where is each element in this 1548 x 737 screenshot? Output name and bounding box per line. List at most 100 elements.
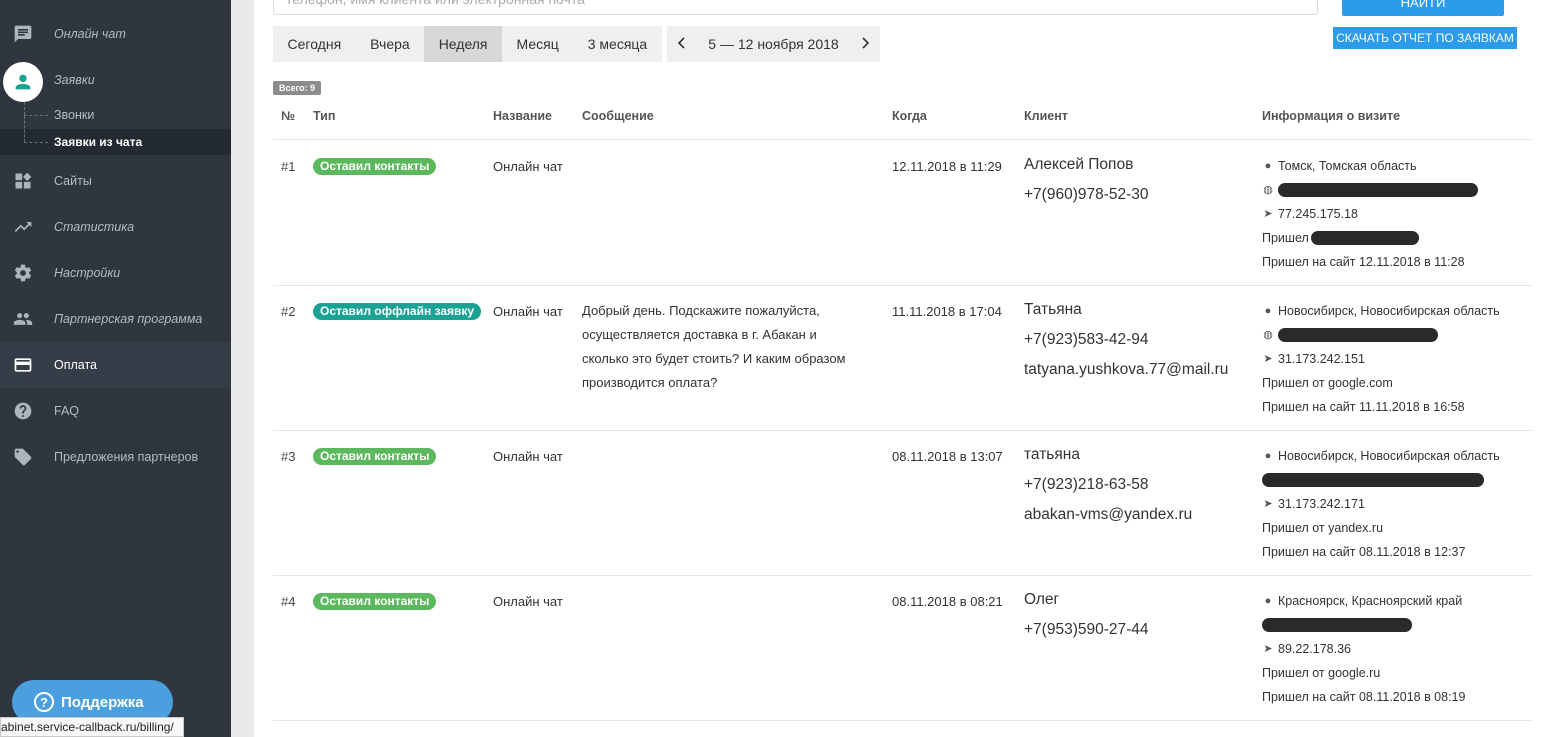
tree-line bbox=[24, 116, 25, 142]
client-email: abakan-vms@yandex.ru bbox=[1024, 506, 1193, 523]
visit-time: Пришел на сайт 11.11.2018 в 16:58 bbox=[1262, 400, 1465, 414]
client-info: Олег +7(953)590-27-44 bbox=[1024, 585, 1149, 645]
visit-info: ● Новосибирск, Новосибирская область ➤ 31.… bbox=[1262, 444, 1500, 564]
chevron-left-icon[interactable] bbox=[677, 36, 687, 52]
status-bar-url: abinet.service-callback.ru/billing/ bbox=[0, 717, 184, 737]
redacted-url bbox=[1262, 473, 1484, 487]
column-header-when: Когда bbox=[892, 109, 927, 123]
map-pin-icon: ● bbox=[1264, 450, 1272, 462]
navigation-arrow-icon: ➤ bbox=[1263, 498, 1273, 510]
globe-icon: ◍ bbox=[1263, 329, 1273, 341]
client-phone: +7(923)218-63-58 bbox=[1024, 476, 1149, 493]
client-name: татьяна bbox=[1024, 446, 1080, 463]
request-name: Онлайн чат bbox=[493, 304, 563, 319]
download-report-button[interactable]: СКАЧАТЬ ОТЧЕТ ПО ЗАЯВКАМ bbox=[1333, 27, 1517, 49]
sidebar-item-label: Заявки bbox=[54, 73, 95, 87]
request-time: 08.11.2018 в 13:07 bbox=[892, 449, 1003, 464]
type-badge: Оставил контакты bbox=[313, 593, 437, 610]
sidebar-item-statistics[interactable]: Статистика bbox=[0, 204, 231, 250]
sidebar-item-faq[interactable]: FAQ bbox=[0, 388, 231, 434]
redacted-url bbox=[1278, 183, 1478, 197]
visit-referrer: Пришел bbox=[1262, 231, 1309, 245]
client-info: Алексей Попов +7(960)978-52-30 bbox=[1024, 150, 1149, 210]
globe-icon: ◍ bbox=[1263, 184, 1273, 196]
visit-referrer: Пришел от google.com bbox=[1262, 376, 1393, 390]
visit-ip: 89.22.178.36 bbox=[1278, 642, 1351, 656]
chevron-right-icon[interactable] bbox=[860, 36, 870, 52]
sidebar-subitem-chat-requests[interactable]: Заявки из чата bbox=[0, 116, 231, 155]
row-number: #1 bbox=[281, 159, 296, 174]
total-count-badge: Всего: 9 bbox=[273, 81, 322, 95]
period-selector: Сегодня Вчера Неделя Месяц 3 месяца bbox=[273, 26, 662, 62]
client-name: Алексей Попов bbox=[1024, 156, 1134, 173]
visit-info: ● Красноярск, Красноярский край ➤ 89.22.17… bbox=[1262, 589, 1465, 709]
period-week[interactable]: Неделя bbox=[424, 26, 503, 62]
type-badge: Оставил контакты bbox=[313, 448, 437, 465]
period-yesterday[interactable]: Вчера bbox=[355, 26, 425, 62]
gear-icon bbox=[12, 262, 34, 284]
tree-line bbox=[24, 142, 48, 143]
sidebar-item-label: FAQ bbox=[54, 404, 80, 418]
client-info: татьяна +7(923)218-63-58 abakan-vms@yand… bbox=[1024, 440, 1192, 530]
client-phone: +7(923)583-42-94 bbox=[1024, 331, 1149, 348]
search-input[interactable]: телефон, имя клиента или электронная поч… bbox=[273, 0, 1318, 15]
sidebar-item-partner-offers[interactable]: Предложения партнеров bbox=[0, 434, 231, 480]
visit-ip: 77.245.175.18 bbox=[1278, 207, 1358, 221]
dashboard-icon bbox=[12, 170, 34, 192]
page-gutter bbox=[231, 0, 254, 737]
request-name: Онлайн чат bbox=[493, 449, 563, 464]
sidebar-item-label: Сайты bbox=[54, 174, 92, 188]
redacted-url bbox=[1262, 618, 1412, 632]
type-badge: Оставил контакты bbox=[313, 158, 437, 175]
client-info: Татьяна +7(923)583-42-94 tatyana.yushkov… bbox=[1024, 295, 1228, 385]
visit-referrer: Пришел от google.ru bbox=[1262, 666, 1381, 680]
sidebar-item-sites[interactable]: Сайты bbox=[0, 158, 231, 204]
sidebar-subitem-label: Звонки bbox=[54, 108, 95, 122]
map-pin-icon: ● bbox=[1264, 595, 1272, 607]
request-time: 08.11.2018 в 08:21 bbox=[892, 594, 1003, 609]
column-header-message: Сообщение bbox=[582, 109, 654, 123]
date-range-label[interactable]: 5 — 12 ноября 2018 bbox=[708, 36, 838, 52]
sidebar-item-label: Предложения партнеров bbox=[54, 450, 199, 464]
row-number: #3 bbox=[281, 449, 296, 464]
sidebar-item-online-chat[interactable]: Онлайн чат bbox=[0, 11, 231, 57]
map-pin-icon: ● bbox=[1264, 305, 1272, 317]
request-time: 12.11.2018 в 11:29 bbox=[892, 159, 1002, 174]
sidebar-item-requests[interactable]: Заявки bbox=[0, 57, 231, 103]
sidebar-item-partner-program[interactable]: Партнерская программа bbox=[0, 296, 231, 342]
period-today[interactable]: Сегодня bbox=[273, 26, 356, 62]
divider bbox=[273, 720, 1532, 721]
sidebar-subitem-calls[interactable]: Звонки bbox=[0, 102, 231, 128]
visit-location: Новосибирск, Новосибирская область bbox=[1278, 449, 1500, 463]
help-icon: ? bbox=[34, 692, 54, 712]
row-number: #4 bbox=[281, 594, 296, 609]
visit-info: ● Томск, Томская область ◍ ➤ 77.245.175.18… bbox=[1262, 154, 1478, 274]
period-3-months[interactable]: 3 месяца bbox=[573, 26, 662, 62]
request-time: 11.11.2018 в 17:04 bbox=[892, 304, 1002, 319]
chat-icon bbox=[12, 23, 34, 45]
map-pin-icon: ● bbox=[1264, 160, 1272, 172]
visit-info: ● Новосибирск, Новосибирская область ◍ ➤ 3… bbox=[1262, 299, 1500, 419]
visit-location: Красноярск, Красноярский край bbox=[1278, 594, 1463, 608]
visit-time: Пришел на сайт 08.11.2018 в 08:19 bbox=[1262, 690, 1466, 704]
find-button[interactable]: НАЙТИ bbox=[1342, 0, 1504, 16]
client-name: Олег bbox=[1024, 591, 1060, 608]
trending-up-icon bbox=[12, 216, 34, 238]
column-header-client: Клиент bbox=[1024, 109, 1068, 123]
period-month[interactable]: Месяц bbox=[502, 26, 574, 62]
visit-time: Пришел на сайт 12.11.2018 в 11:28 bbox=[1262, 255, 1465, 269]
navigation-arrow-icon: ➤ bbox=[1263, 643, 1273, 655]
sidebar: Онлайн чат Заявки Звонки Заявки из чата … bbox=[0, 0, 231, 737]
sidebar-item-settings[interactable]: Настройки bbox=[0, 250, 231, 296]
support-label: Поддержка bbox=[61, 693, 144, 711]
sidebar-subitem-label: Заявки из чата bbox=[54, 135, 143, 149]
help-icon bbox=[12, 400, 34, 422]
column-header-number: № bbox=[281, 109, 295, 123]
type-badge: Оставил оффлайн заявку bbox=[313, 303, 482, 320]
sidebar-item-payment[interactable]: Оплата bbox=[0, 342, 231, 388]
sidebar-item-label: Статистика bbox=[54, 220, 135, 234]
main-content: телефон, имя клиента или электронная поч… bbox=[254, 0, 1548, 737]
navigation-arrow-icon: ➤ bbox=[1263, 208, 1273, 220]
visit-referrer: Пришел от yandex.ru bbox=[1262, 521, 1384, 535]
request-name: Онлайн чат bbox=[493, 159, 563, 174]
